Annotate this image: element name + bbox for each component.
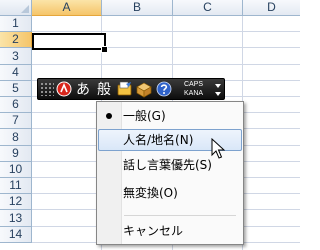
row-header-9[interactable]: 9	[0, 146, 32, 162]
menu-item-general[interactable]: 一般(G)	[98, 105, 242, 127]
help-button[interactable]	[155, 80, 173, 98]
toolbar-grip[interactable]	[40, 82, 54, 96]
row-gridline	[32, 64, 300, 65]
select-all-triangle	[21, 5, 29, 13]
menu-item-label: キャンセル	[123, 224, 184, 238]
tools-box-icon	[136, 82, 152, 98]
help-icon	[156, 81, 172, 97]
row-gridline	[32, 31, 300, 32]
row-header-14[interactable]: 14	[0, 227, 32, 243]
column-header-d[interactable]: D	[243, 0, 300, 16]
select-all-button[interactable]	[0, 0, 32, 16]
ime-icon[interactable]	[56, 80, 72, 98]
kana-dropdown-arrow-icon[interactable]	[215, 92, 221, 96]
ime-language-bar: あ 般 CAPS KANA	[37, 78, 225, 100]
column-header-b[interactable]: B	[102, 0, 173, 16]
menu-item-label: 無変換(O)	[123, 186, 178, 200]
menu-item-no-conversion[interactable]: 無変換(O)	[98, 182, 242, 204]
row-header-5[interactable]: 5	[0, 81, 32, 97]
row-header-4[interactable]: 4	[0, 65, 32, 81]
row-header-8[interactable]: 8	[0, 129, 32, 146]
row-header-3[interactable]: 3	[0, 48, 32, 65]
menu-item-label: 人名/地名(N)	[123, 133, 194, 147]
mouse-pointer-icon	[211, 138, 225, 159]
active-cell-a2[interactable]	[32, 33, 106, 50]
column-header-a[interactable]: A	[32, 0, 102, 16]
ime-pad-button[interactable]	[116, 80, 134, 98]
conversion-mode-menu: 一般(G) 人名/地名(N) 話し言葉優先(S) 無変換(O) キャンセル	[96, 101, 244, 245]
row-header-11[interactable]: 11	[0, 178, 32, 194]
dictionary-tool-button[interactable]	[135, 80, 153, 98]
row-header-13[interactable]: 13	[0, 210, 32, 227]
row-header-6[interactable]: 6	[0, 97, 32, 113]
selected-bullet-icon	[106, 113, 112, 119]
toolbar-separator	[175, 80, 183, 98]
row-header-7[interactable]: 7	[0, 113, 32, 129]
menu-item-label: 話し言葉優先(S)	[123, 158, 212, 172]
column-header-c[interactable]: C	[173, 0, 243, 16]
fill-handle[interactable]	[101, 46, 108, 53]
menu-item-cancel[interactable]: キャンセル	[98, 220, 242, 242]
row-header-2[interactable]: 2	[0, 32, 32, 48]
row-header-1[interactable]: 1	[0, 16, 32, 32]
menu-separator	[124, 215, 236, 216]
row-header-12[interactable]: 12	[0, 194, 32, 210]
ime-pad-icon	[117, 81, 132, 96]
caps-dropdown-arrow-icon[interactable]	[215, 84, 221, 88]
ime-logo-icon	[56, 81, 72, 97]
menu-item-label: 一般(G)	[123, 109, 166, 123]
input-mode-button[interactable]: あ	[74, 80, 92, 98]
conversion-mode-button[interactable]: 般	[94, 80, 114, 98]
row-header-10[interactable]: 10	[0, 162, 32, 178]
